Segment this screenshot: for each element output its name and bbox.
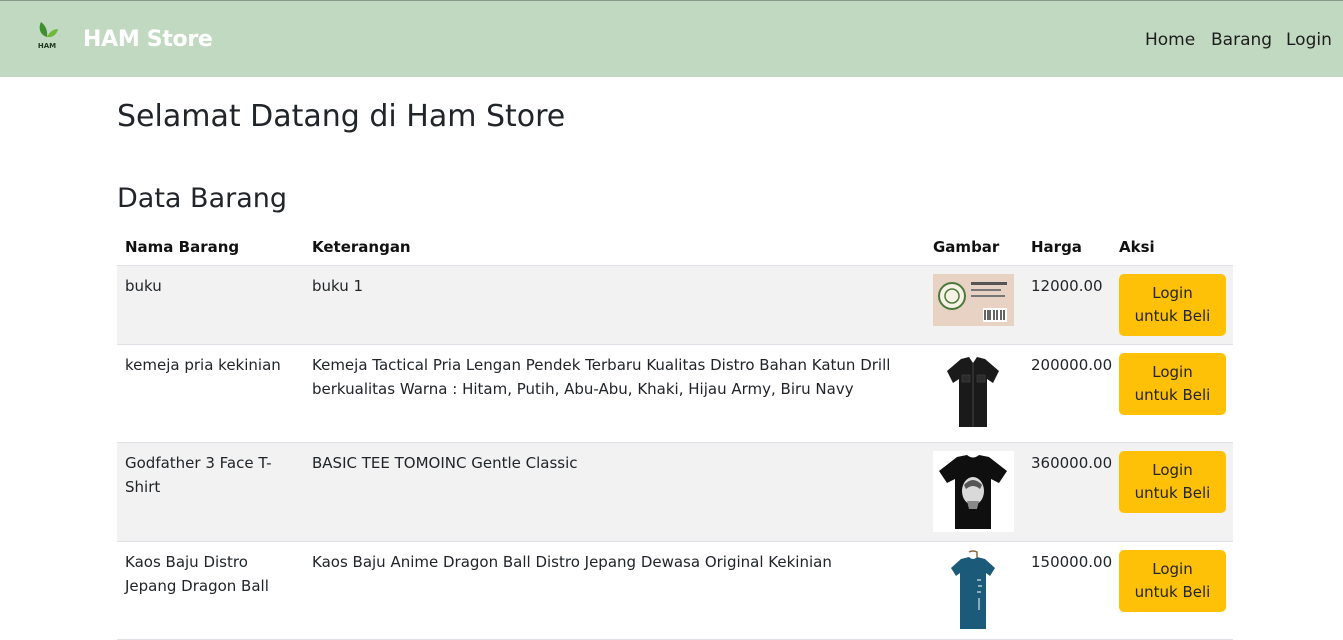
- product-table: Nama Barang Keterangan Gambar Harga Aksi…: [117, 229, 1233, 640]
- nav-home-link[interactable]: Home: [1145, 30, 1195, 50]
- cell-gambar: [925, 442, 1023, 542]
- cell-gambar: [925, 344, 1023, 443]
- cell-aksi: Login untuk Beli: [1111, 442, 1233, 542]
- login-to-buy-button[interactable]: Login untuk Beli: [1119, 549, 1226, 612]
- book-label-image: [933, 273, 1014, 326]
- nav-login-link[interactable]: Login: [1286, 30, 1332, 50]
- login-to-buy-button[interactable]: Login untuk Beli: [1119, 273, 1226, 336]
- cell-nama: Godfather 3 Face T-Shirt: [117, 442, 304, 542]
- page-title: Selamat Datang di Ham Store: [117, 99, 566, 134]
- godfather-tshirt-image: [933, 450, 1014, 532]
- header-gambar: Gambar: [925, 229, 1023, 266]
- cell-keterangan: Kemeja Tactical Pria Lengan Pendek Terba…: [304, 344, 925, 443]
- header-harga: Harga: [1023, 229, 1111, 266]
- navbar: HAM HAM Store Home Barang Login: [0, 0, 1343, 77]
- cell-keterangan: buku 1: [304, 265, 925, 345]
- cell-nama: kemeja pria kekinian: [117, 344, 304, 443]
- cell-nama: buku: [117, 265, 304, 345]
- brand-leaf-logo[interactable]: HAM: [34, 19, 60, 53]
- login-to-buy-button[interactable]: Login untuk Beli: [1119, 450, 1226, 513]
- cell-aksi: Login untuk Beli: [1111, 344, 1233, 443]
- cell-aksi: Login untuk Beli: [1111, 265, 1233, 345]
- brand-logo-text: HAM: [38, 42, 56, 50]
- table-header-row: Nama Barang Keterangan Gambar Harga Aksi: [117, 229, 1233, 266]
- header-nama-barang: Nama Barang: [117, 229, 304, 266]
- product-table-container: Nama Barang Keterangan Gambar Harga Aksi…: [117, 229, 1233, 640]
- cell-nama: Kaos Baju Distro Jepang Dragon Ball: [117, 541, 304, 640]
- login-to-buy-button[interactable]: Login untuk Beli: [1119, 352, 1226, 415]
- brand-name[interactable]: HAM Store: [83, 27, 213, 52]
- blue-tshirt-image: [933, 549, 1014, 631]
- cell-keterangan: Kaos Baju Anime Dragon Ball Distro Jepan…: [304, 541, 925, 640]
- table-row: Godfather 3 Face T-Shirt BASIC TEE TOMOI…: [117, 442, 1233, 542]
- cell-aksi: Login untuk Beli: [1111, 541, 1233, 640]
- table-row: kemeja pria kekinian Kemeja Tactical Pri…: [117, 344, 1233, 443]
- header-aksi: Aksi: [1111, 229, 1233, 266]
- cell-gambar: [925, 541, 1023, 640]
- cell-harga: 200000.00: [1023, 344, 1112, 443]
- cell-harga: 12000.00: [1023, 265, 1111, 345]
- black-shirt-image: [933, 352, 1014, 434]
- cell-keterangan: BASIC TEE TOMOINC Gentle Classic: [304, 442, 925, 542]
- cell-gambar: [925, 265, 1023, 345]
- cell-harga: 150000.00: [1023, 541, 1112, 640]
- header-keterangan: Keterangan: [304, 229, 925, 266]
- cell-harga: 360000.00: [1023, 442, 1112, 542]
- nav-barang-link[interactable]: Barang: [1211, 30, 1272, 50]
- table-row: buku buku 1 12000.00 Login untuk Beli: [117, 265, 1233, 345]
- section-title: Data Barang: [117, 183, 288, 214]
- table-row: Kaos Baju Distro Jepang Dragon Ball Kaos…: [117, 541, 1233, 640]
